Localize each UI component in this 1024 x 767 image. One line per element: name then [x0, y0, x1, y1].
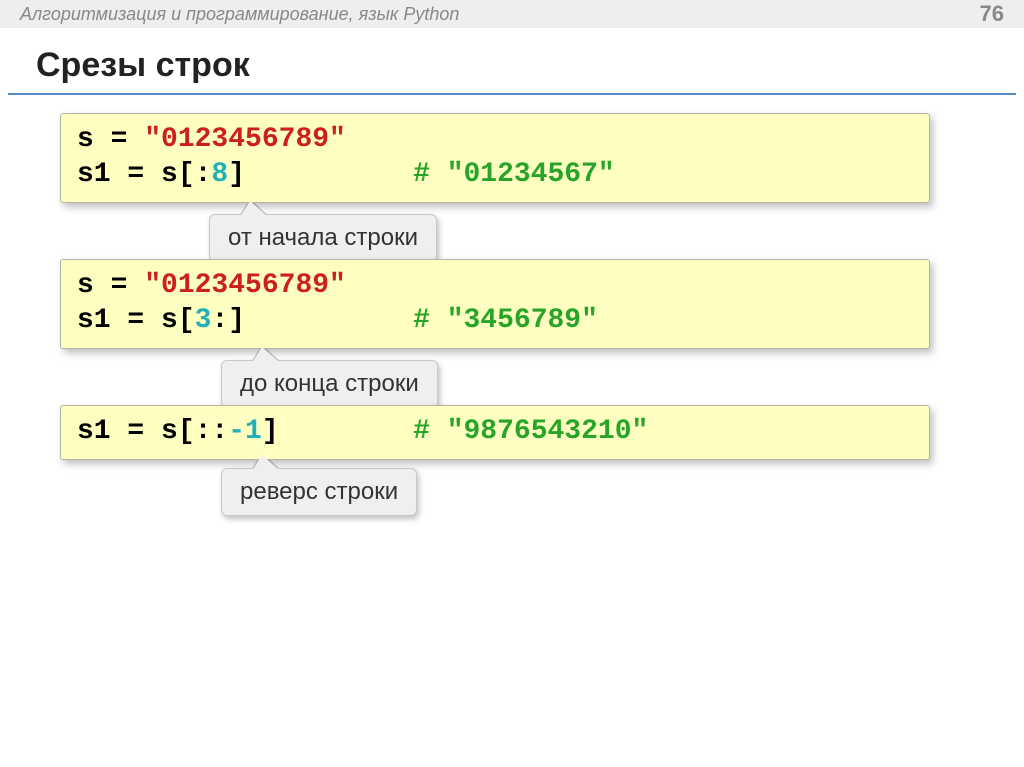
code-text: s1 = s[: — [77, 159, 211, 190]
code-text: s = — [77, 270, 144, 301]
comment-hash: # — [413, 416, 447, 447]
code-line: s1 = s[3:] # "3456789" — [77, 303, 913, 338]
comment-text: "3456789" — [447, 305, 598, 336]
callout-to-end: до конца строки — [221, 360, 438, 408]
code-line: s = "0123456789" — [77, 122, 913, 157]
comment-hash: # — [413, 305, 447, 336]
code-line: s1 = s[::-1] # "9876543210" — [77, 414, 913, 449]
comment-hash: # — [413, 159, 447, 190]
code-text: ] — [228, 159, 245, 190]
comment-text: "01234567" — [447, 159, 615, 190]
code-text: :] — [211, 305, 245, 336]
header-bar: Алгоритмизация и программирование, язык … — [0, 0, 1024, 28]
code-text: ] — [262, 416, 279, 447]
slice-number: -1 — [228, 416, 262, 447]
code-block-2: s = "0123456789" s1 = s[3:] # "3456789" … — [60, 259, 930, 349]
comment-text: "9876543210" — [447, 416, 649, 447]
breadcrumb: Алгоритмизация и программирование, язык … — [20, 4, 459, 25]
page-number: 76 — [980, 1, 1004, 27]
section-title: Срезы строк — [0, 28, 1024, 93]
code-text: s1 = s[:: — [77, 416, 228, 447]
code-block-1: s = "0123456789" s1 = s[:8] # "01234567"… — [60, 113, 930, 203]
callout-from-start: от начала строки — [209, 214, 437, 262]
title-underline — [8, 93, 1016, 95]
code-line: s = "0123456789" — [77, 268, 913, 303]
string-literal: "0123456789" — [144, 124, 346, 155]
slice-number: 8 — [211, 159, 228, 190]
code-line: s1 = s[:8] # "01234567" — [77, 157, 913, 192]
slice-number: 3 — [195, 305, 212, 336]
string-literal: "0123456789" — [144, 270, 346, 301]
code-block-3: s1 = s[::-1] # "9876543210" реверс строк… — [60, 405, 930, 460]
callout-reverse: реверс строки — [221, 468, 417, 516]
code-text: s1 = s[ — [77, 305, 195, 336]
code-text: s = — [77, 124, 144, 155]
